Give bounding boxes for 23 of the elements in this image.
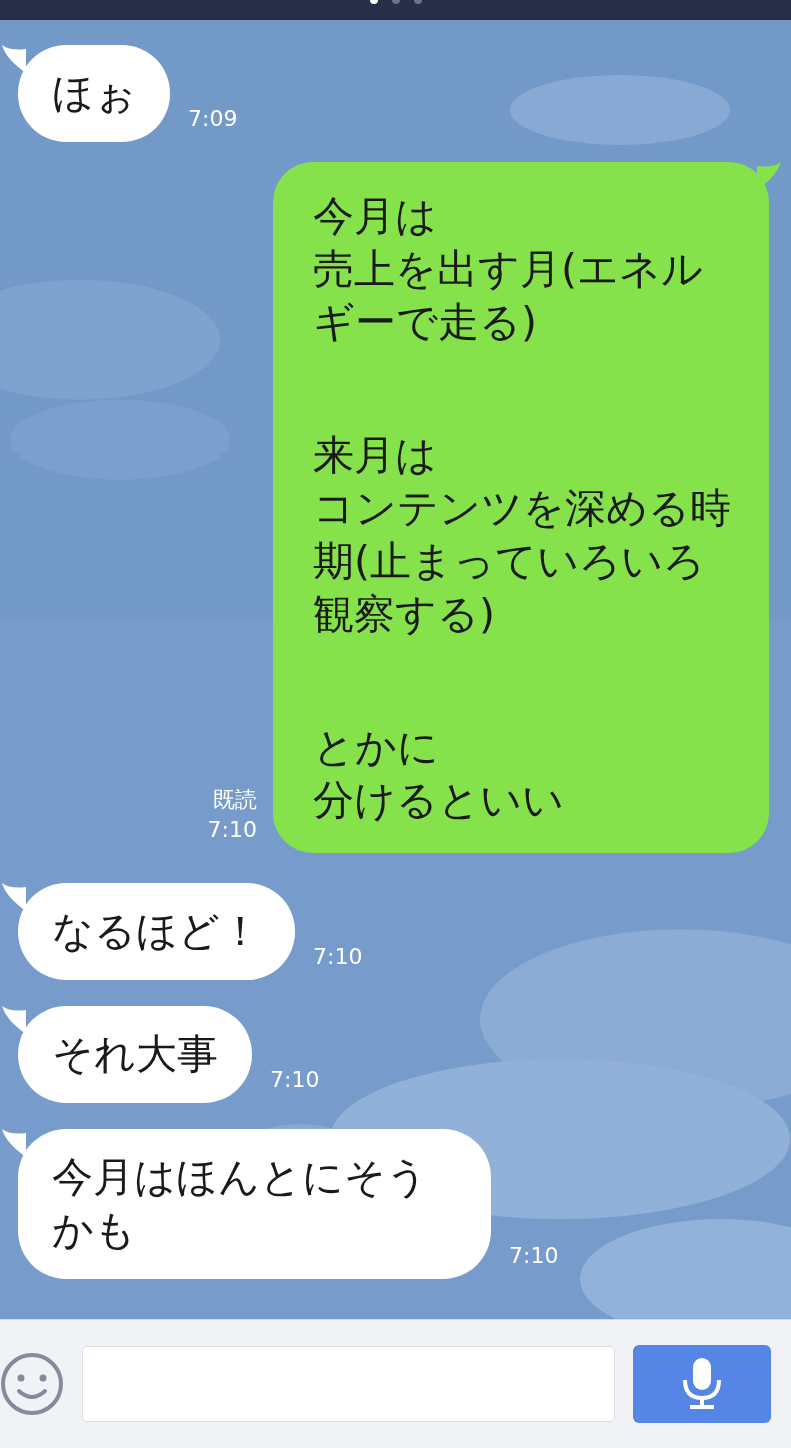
message-time: 7:10 <box>313 943 363 971</box>
message-line: 来月は <box>313 430 438 481</box>
message-time: 7:09 <box>188 105 238 133</box>
message-time: 7:10 <box>207 816 257 844</box>
microphone-icon <box>682 1358 722 1410</box>
emoji-icon[interactable] <box>0 1351 64 1417</box>
message-bubble: それ大事 <box>18 1006 252 1103</box>
bubble-tail-icon <box>0 1006 26 1034</box>
message-line: 分けるといい <box>313 775 565 826</box>
read-receipt: 既読 <box>213 786 257 814</box>
bubble-tail-icon <box>0 45 26 73</box>
bubble-tail-icon <box>0 883 26 911</box>
message-input[interactable] <box>82 1346 615 1422</box>
message-time: 7:10 <box>270 1066 320 1094</box>
bubble-tail-icon <box>0 1129 26 1157</box>
message-line: コンテンツを深める時期(止まっていろいろ観察する) <box>313 483 732 640</box>
message-line: 売上を出す月(エネルギーで走る) <box>313 244 704 348</box>
message-line: とかに <box>313 722 440 773</box>
message-bubble: なるほど！ <box>18 883 295 980</box>
microphone-button[interactable] <box>633 1345 771 1423</box>
message-bubble: 今月はほんとにそうかも <box>18 1129 491 1279</box>
message-line: 今月は <box>313 191 438 242</box>
message-time: 7:10 <box>509 1242 559 1270</box>
